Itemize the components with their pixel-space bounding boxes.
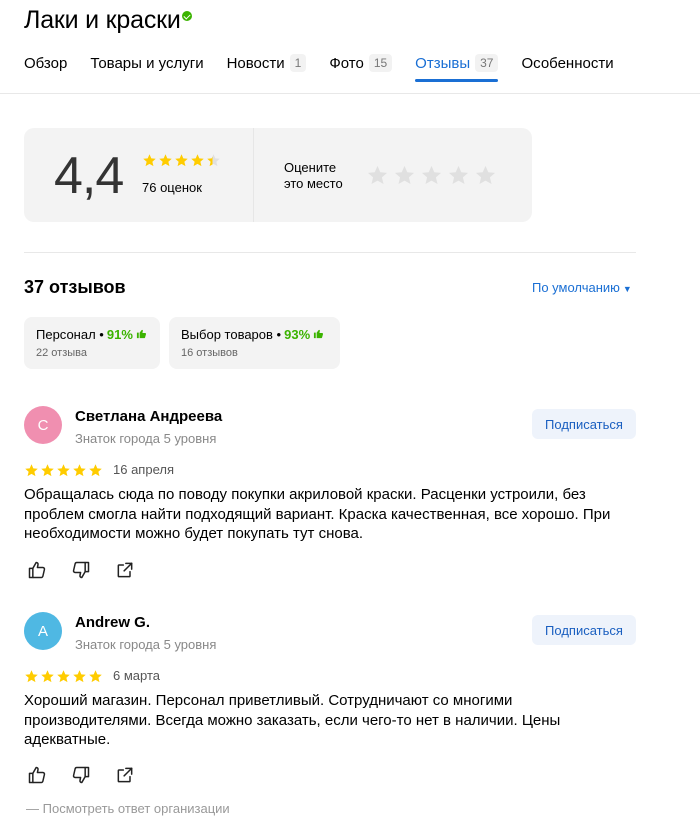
rate-prompt-line2: это место [284, 176, 343, 191]
aspect-title: Выбор товаров • 93% [181, 327, 328, 342]
thumb-down-icon[interactable] [70, 764, 92, 786]
star-icon [88, 463, 103, 483]
thumb-up-icon [136, 327, 147, 342]
rate-star-icon[interactable] [393, 164, 416, 192]
share-icon[interactable] [114, 559, 136, 581]
review-date: 6 марта [113, 668, 160, 683]
tab-reviews[interactable]: Отзывы 37 [415, 52, 499, 82]
tab-label: Особенности [521, 54, 614, 72]
rate-prompt: Оцените это место [284, 160, 364, 192]
aspect-sub: 22 отзыва [36, 347, 87, 359]
tab-label: Фото [329, 54, 364, 72]
thumb-up-icon [313, 327, 324, 342]
aspect-percent: 91% [106, 327, 133, 342]
rate-star-icon[interactable] [447, 164, 470, 192]
review-stars [24, 669, 103, 689]
tab-count-badge: 37 [475, 54, 499, 72]
star-icon [72, 463, 87, 483]
star-icon [72, 669, 87, 689]
review-text: Хороший магазин. Персонал приветливый. С… [24, 692, 561, 748]
reviewer-name[interactable]: Andrew G. [75, 614, 150, 631]
star-icon [56, 669, 71, 689]
divider [24, 252, 636, 253]
review-actions [26, 764, 136, 786]
tab-label: Товары и услуги [90, 54, 204, 72]
org-reply-label: Посмотреть ответ организации [42, 801, 230, 816]
tab-goods-services[interactable]: Товары и услуги [90, 52, 203, 74]
tab-label: Обзор [24, 54, 68, 72]
star-icon [56, 463, 71, 483]
review-date: 16 апреля [113, 462, 174, 477]
reviewer-level: Знаток города 5 уровня [75, 431, 217, 446]
sort-dropdown[interactable]: По умолчанию ▼ [532, 280, 632, 295]
reviewer-level: Знаток города 5 уровня [75, 637, 217, 652]
header: Лаки и краски Обзор Товары и услуги Ново… [0, 0, 700, 94]
verified-icon [182, 11, 192, 21]
reviews-count: 37 отзывов [24, 277, 126, 297]
star-icon [40, 669, 55, 689]
tab-count-badge: 15 [368, 54, 393, 72]
divider [253, 128, 254, 222]
star-icon [158, 153, 173, 173]
tab-features[interactable]: Особенности [521, 52, 613, 74]
tab-photo[interactable]: Фото 15 [329, 52, 393, 74]
tab-news[interactable]: Новости 1 [227, 52, 307, 74]
sort-label: По умолчанию [532, 280, 620, 295]
star-icon [24, 463, 39, 483]
thumb-up-icon[interactable] [26, 764, 48, 786]
rating-summary: 4,4 76 оценок Оцените это место [24, 128, 532, 222]
page-title: Лаки и краски [24, 6, 181, 34]
review-stars [24, 463, 103, 483]
star-icon [206, 153, 221, 173]
tabs: Обзор Товары и услуги Новости 1 Фото 15 От… [24, 52, 637, 82]
star-icon [24, 669, 39, 689]
aspect-name: Персонал [36, 327, 96, 342]
tab-label: Новости [226, 54, 285, 72]
aspect-chip-assortment[interactable]: Выбор товаров • 93% 16 отзывов [169, 317, 340, 369]
tab-count-badge: 1 [289, 54, 307, 72]
share-icon[interactable] [114, 764, 136, 786]
average-stars [142, 153, 221, 173]
org-reply-link[interactable]: — Посмотреть ответ организации [26, 801, 230, 816]
aspect-name: Выбор товаров [181, 327, 273, 342]
star-icon [88, 669, 103, 689]
aspect-sub: 16 отзывов [181, 347, 238, 359]
tab-label: Отзывы [415, 54, 471, 72]
rate-prompt-line1: Оцените [284, 160, 337, 175]
rate-star-icon[interactable] [366, 164, 389, 192]
rate-stars [366, 164, 497, 192]
thumb-up-icon[interactable] [26, 559, 48, 581]
star-icon [190, 153, 205, 173]
review-actions [26, 559, 136, 581]
aspect-percent: 93% [284, 327, 311, 342]
reviewer-name[interactable]: Светлана Андреева [75, 408, 222, 425]
review-text: Обращалась сюда по поводу покупки акрило… [24, 486, 611, 542]
aspect-chip-staff[interactable]: Персонал • 91% 22 отзыва [24, 317, 160, 369]
aspect-title: Персонал • 91% [36, 327, 148, 342]
subscribe-button[interactable]: Подписаться [532, 615, 636, 645]
subscribe-button[interactable]: Подписаться [532, 409, 636, 439]
rate-star-icon[interactable] [474, 164, 497, 192]
star-icon [174, 153, 189, 173]
rate-star-icon[interactable] [420, 164, 443, 192]
review-card: С Светлана Андреева Знаток города 5 уров… [24, 406, 636, 586]
thumb-down-icon[interactable] [70, 559, 92, 581]
star-icon [142, 153, 157, 173]
avatar[interactable]: A [24, 612, 62, 650]
ratings-count: 76 оценок [142, 180, 202, 195]
tab-overview[interactable]: Обзор [24, 52, 67, 74]
caret-down-icon: ▼ [622, 284, 632, 294]
average-rating: 4,4 [54, 147, 124, 205]
avatar[interactable]: С [24, 406, 62, 444]
star-icon [40, 463, 55, 483]
review-card: A Andrew G. Знаток города 5 уровня Подпи… [24, 612, 636, 792]
